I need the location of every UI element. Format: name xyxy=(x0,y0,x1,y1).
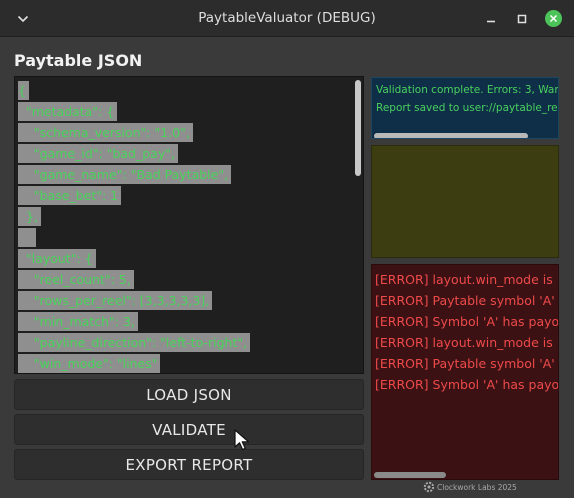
error-line: [ERROR] layout.win_mode is 'li xyxy=(375,335,559,350)
close-button[interactable] xyxy=(543,0,563,37)
editor-heading: Paytable JSON xyxy=(14,51,143,70)
footer-text: Clockwork Labs 2025 xyxy=(437,482,517,492)
status-line: Report saved to user://paytable_repo xyxy=(376,102,559,114)
code-line: "min_match": 3, xyxy=(18,312,138,331)
code-line: "rows_per_reel": [3,3,3,3,3], xyxy=(18,291,213,310)
code-line: "layout": { xyxy=(18,249,96,268)
status-scrollbar-thumb[interactable] xyxy=(374,133,528,138)
minimize-icon xyxy=(487,20,495,22)
code-line: { xyxy=(18,81,29,100)
close-icon xyxy=(549,14,557,23)
json-editor[interactable]: { "metadata": { "schema_version": "1.0",… xyxy=(14,76,364,374)
error-line: [ERROR] Paytable symbol 'A' de xyxy=(375,356,559,371)
error-line: [ERROR] Symbol 'A' has payout xyxy=(375,314,559,329)
status-line: Validation complete. Errors: 3, Warni xyxy=(376,84,559,96)
error-line: [ERROR] layout.win_mode is 'li xyxy=(375,272,559,287)
errors-log-panel[interactable]: [ERROR] layout.win_mode is 'li [ERROR] P… xyxy=(371,264,559,480)
editor-scrollbar[interactable] xyxy=(355,80,361,367)
mouse-pointer-icon xyxy=(234,429,250,451)
code-line: "payline_direction": "left-to-right", xyxy=(18,333,251,352)
code-line: }, xyxy=(18,207,41,226)
code-line: "schema_version": "1.0", xyxy=(18,123,193,142)
code-line xyxy=(18,228,36,247)
errors-scrollbar-thumb[interactable] xyxy=(374,472,446,478)
load-json-button[interactable]: LOAD JSON xyxy=(14,379,364,410)
maximize-button[interactable] xyxy=(512,0,532,37)
minimize-button[interactable] xyxy=(481,0,501,37)
code-line: "reel_count": 5, xyxy=(18,270,134,289)
main-window: Paytable JSON { "metadata": { "schema_ve… xyxy=(0,37,574,498)
code-line: "win_mode": "lines" xyxy=(18,354,161,373)
title-bar: PaytableValuator (DEBUG) xyxy=(0,0,574,37)
code-line: "game_name": "Bad Paytable", xyxy=(18,165,232,184)
error-line: [ERROR] Paytable symbol 'A' de xyxy=(375,293,559,308)
code-line: "game_id": "bad_pay", xyxy=(18,144,178,163)
error-line: [ERROR] Symbol 'A' has payout xyxy=(375,377,559,392)
gear-icon xyxy=(423,481,435,493)
code-line: "metadata": { xyxy=(18,102,118,121)
status-log-panel[interactable]: Validation complete. Errors: 3, Warni Re… xyxy=(371,77,559,139)
warnings-log-panel[interactable] xyxy=(371,145,559,258)
editor-scrollbar-thumb[interactable] xyxy=(355,80,361,176)
maximize-icon xyxy=(517,14,527,23)
code-line: "base_bet": 1 xyxy=(18,186,122,205)
validate-button[interactable]: VALIDATE xyxy=(14,414,364,445)
export-report-button[interactable]: EXPORT REPORT xyxy=(14,449,364,480)
footer-credit: Clockwork Labs 2025 xyxy=(423,480,517,494)
